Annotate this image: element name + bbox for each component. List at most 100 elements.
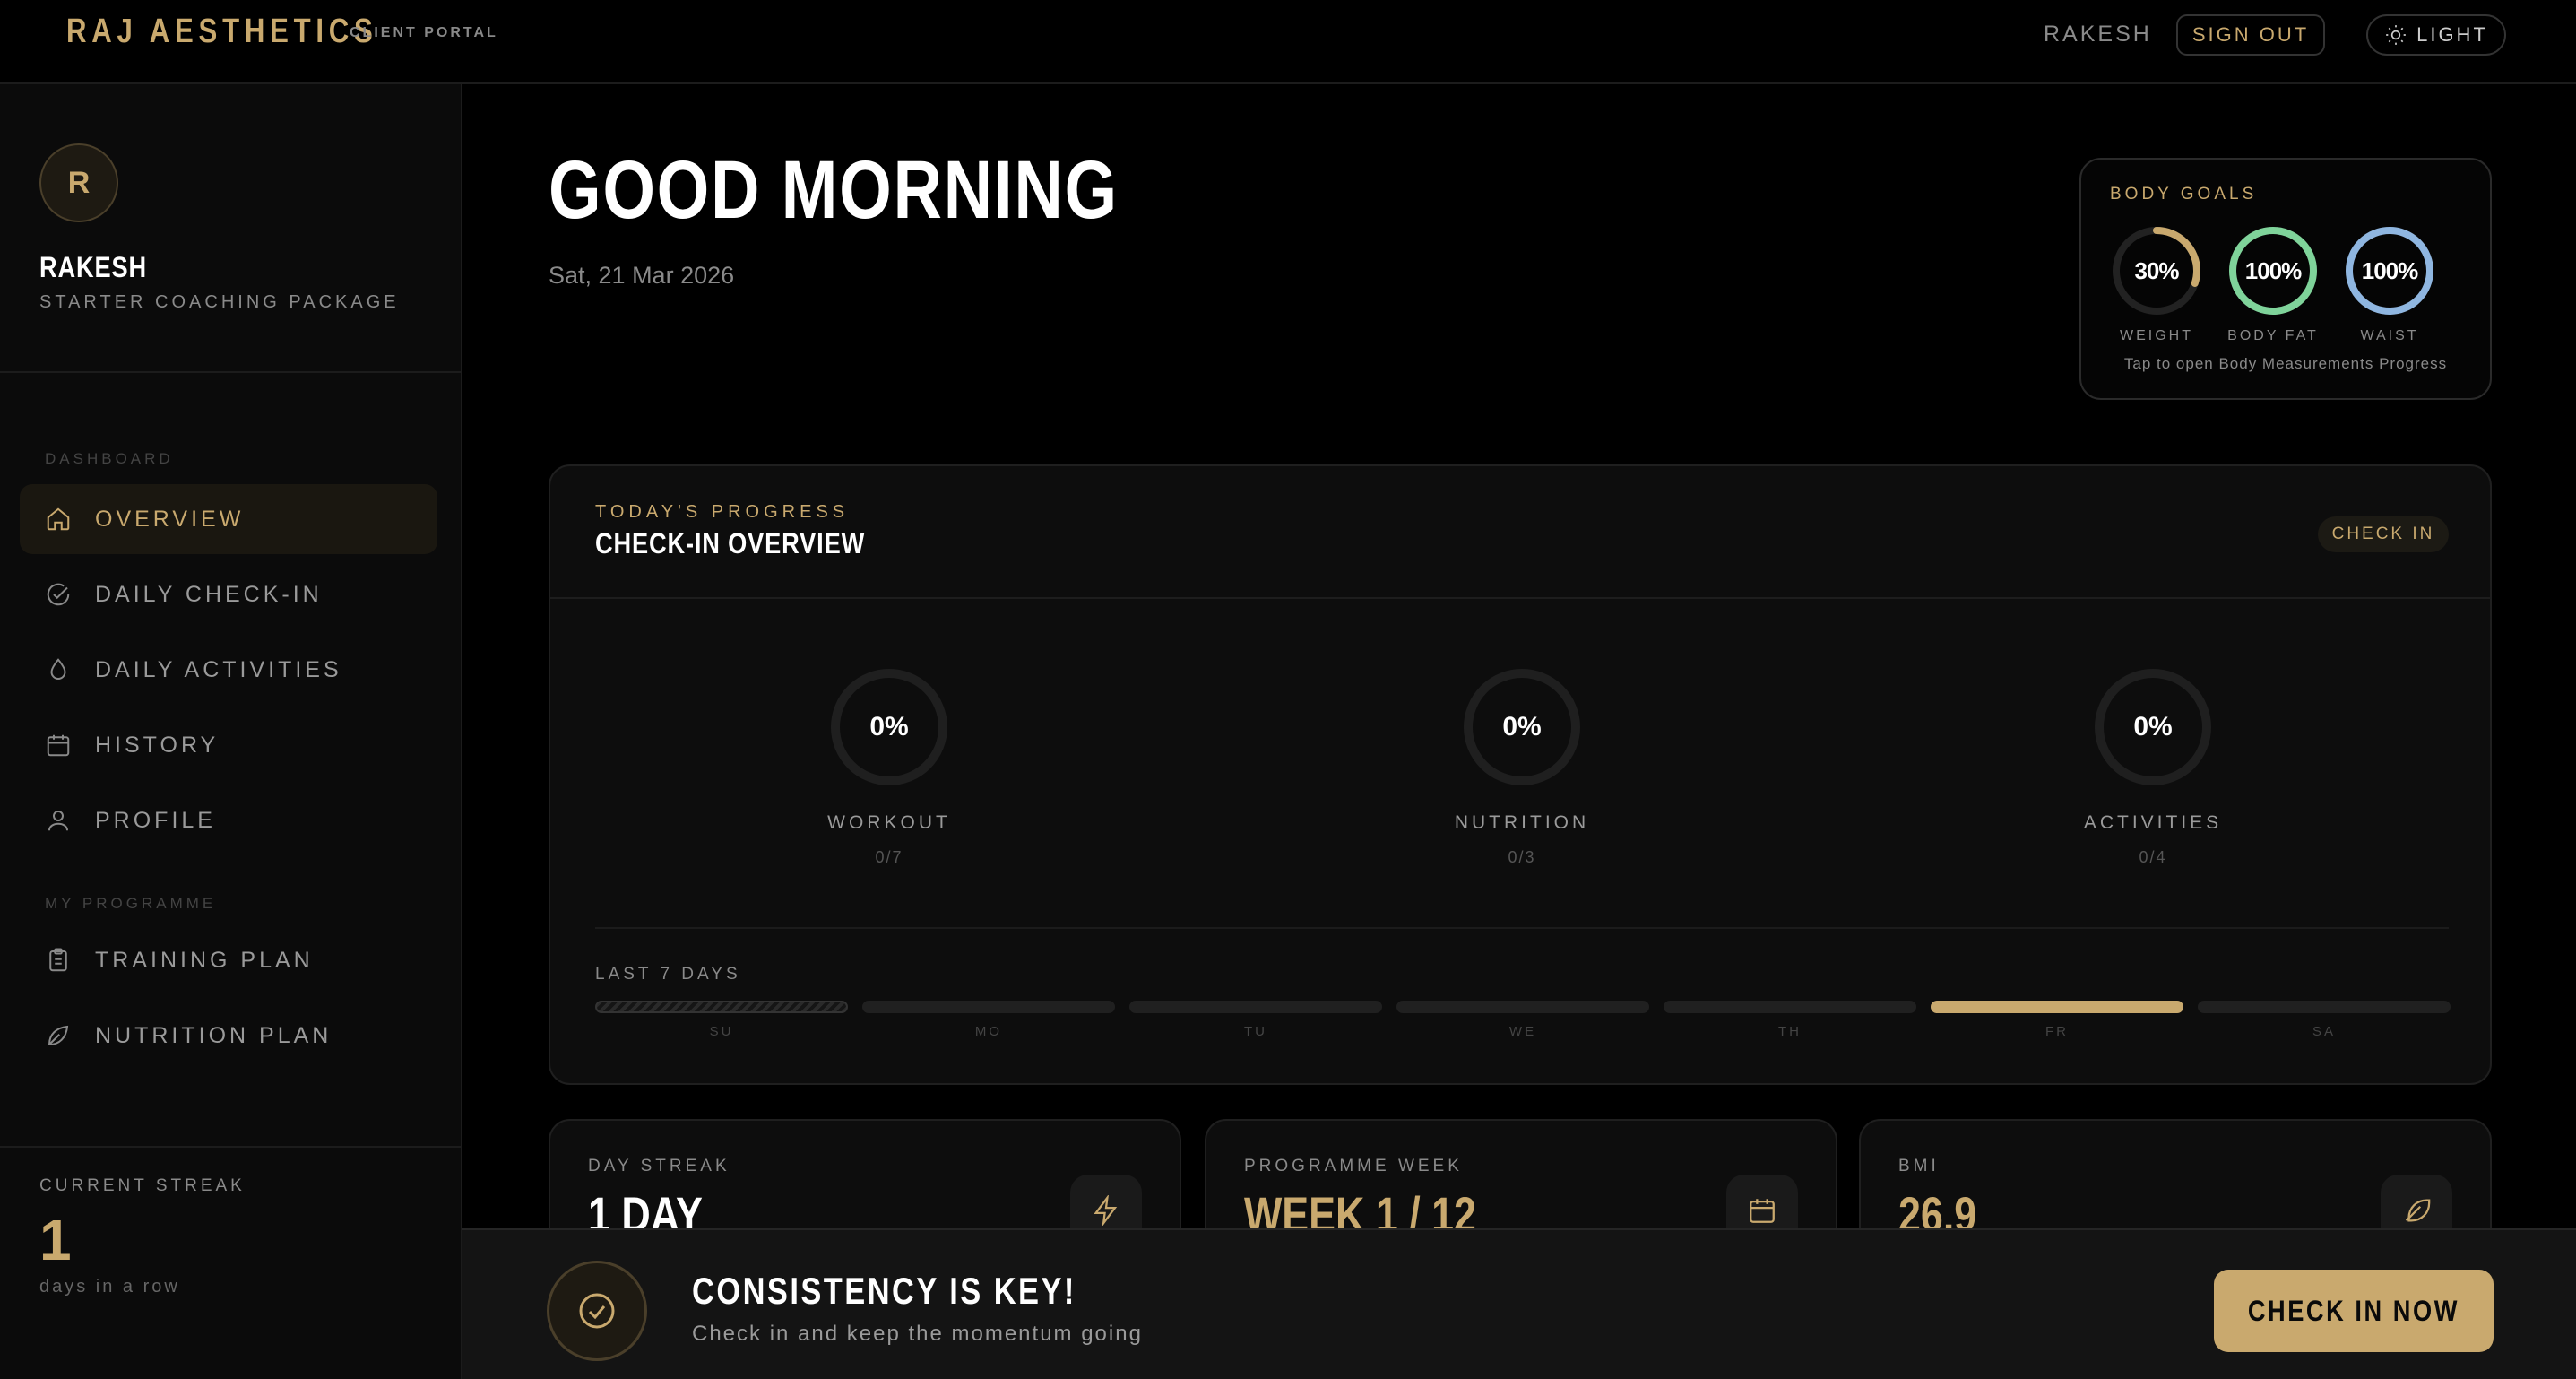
day-bar xyxy=(595,1001,848,1013)
metric-count: 0/3 xyxy=(1508,848,1536,866)
day-th: TH xyxy=(1664,1001,1916,1039)
sidebar-item-label: HISTORY xyxy=(95,732,220,758)
goal-value: 30% xyxy=(2134,256,2179,284)
sidebar-user-name: RAKESH xyxy=(39,251,147,283)
sidebar-divider xyxy=(0,1146,461,1148)
day-fr: FR xyxy=(1931,1001,2183,1039)
check-in-overview-card: TODAY'S PROGRESS CHECK-IN OVERVIEW CHECK… xyxy=(549,464,2492,1085)
metric-count: 0/4 xyxy=(2139,848,2167,866)
current-date: Sat, 21 Mar 2026 xyxy=(549,262,735,289)
day-su: SU xyxy=(595,1001,848,1039)
day-label: TH xyxy=(1778,1024,1802,1039)
goal-ring: 100% xyxy=(2226,224,2320,317)
brand-logo[interactable]: RAJ AESTHETICS xyxy=(66,13,378,51)
body-goals-note: Tap to open Body Measurements Progress xyxy=(2123,355,2448,372)
banner-subtitle: Check in and keep the momentum going xyxy=(692,1322,1143,1346)
goal-waist: 100% WAIST xyxy=(2343,224,2436,344)
consistency-banner: CONSISTENCY IS KEY! Check in and keep th… xyxy=(462,1228,2576,1379)
metric-label: WORKOUT xyxy=(827,812,951,833)
goal-label: BODY FAT xyxy=(2227,328,2319,343)
sidebar: R RAKESH STARTER COACHING PACKAGE DASHBO… xyxy=(0,84,462,1379)
calendar-icon xyxy=(47,734,70,757)
check-circle-icon xyxy=(47,583,70,606)
sidebar-item-label: OVERVIEW xyxy=(95,506,245,532)
banner-title: CONSISTENCY IS KEY! xyxy=(692,1270,1076,1312)
day-label: FR xyxy=(2045,1024,2069,1039)
metric-ring: 0% xyxy=(1462,667,1582,787)
sidebar-item-daily-activities[interactable]: DAILY ACTIVITIES xyxy=(20,635,437,705)
section-label-dashboard: DASHBOARD xyxy=(45,450,174,467)
leaf-icon xyxy=(48,1025,69,1046)
day-mo: MO xyxy=(862,1001,1115,1039)
last-7-days-label: LAST 7 DAYS xyxy=(595,965,741,984)
goal-weight: 30% WEIGHT xyxy=(2110,224,2203,344)
sun-icon xyxy=(2386,25,2406,45)
sidebar-item-profile[interactable]: PROFILE xyxy=(20,785,437,855)
theme-label: LIGHT xyxy=(2416,23,2488,46)
goal-label: WEIGHT xyxy=(2120,328,2193,343)
card-divider xyxy=(550,597,2490,599)
page-title: GOOD MORNING xyxy=(549,144,1119,236)
body-goals-title: BODY GOALS xyxy=(2110,185,2258,204)
top-user-name: RAKESH xyxy=(2044,22,2152,47)
check-in-button[interactable]: CHECK IN xyxy=(2318,516,2449,552)
sidebar-package: STARTER COACHING PACKAGE xyxy=(39,292,400,312)
day-sa: SA xyxy=(2198,1001,2451,1039)
top-bar: RAJ AESTHETICS CLIENT PORTAL RAKESH SIGN… xyxy=(0,0,2576,84)
avatar[interactable]: R xyxy=(39,143,118,222)
metric-nutrition[interactable]: 0% NUTRITION 0/3 xyxy=(1405,667,1638,867)
brand-subtitle: CLIENT PORTAL xyxy=(350,25,498,40)
sidebar-item-label: PROFILE xyxy=(95,807,216,833)
day-bar xyxy=(1664,1001,1916,1013)
progress-kicker: TODAY'S PROGRESS xyxy=(595,502,850,522)
streak-label: CURRENT STREAK xyxy=(39,1176,246,1195)
metric-workout[interactable]: 0% WORKOUT 0/7 xyxy=(773,667,1006,867)
day-tu: TU xyxy=(1129,1001,1382,1039)
check-in-now-label: CHECK IN NOW xyxy=(2247,1294,2460,1327)
sidebar-item-label: NUTRITION PLAN xyxy=(95,1022,333,1048)
day-we: WE xyxy=(1396,1001,1649,1039)
goal-value: 100% xyxy=(2361,256,2419,284)
home-icon xyxy=(47,507,70,531)
sidebar-item-overview[interactable]: OVERVIEW xyxy=(20,484,437,554)
metric-activities[interactable]: 0% ACTIVITIES 0/4 xyxy=(2036,667,2269,867)
sidebar-item-label: TRAINING PLAN xyxy=(95,947,314,973)
day-bar xyxy=(1129,1001,1382,1013)
sidebar-item-training-plan[interactable]: TRAINING PLAN xyxy=(20,925,437,995)
sidebar-item-daily-check-in[interactable]: DAILY CHECK-IN xyxy=(20,559,437,629)
day-label: MO xyxy=(974,1024,1003,1039)
sidebar-item-history[interactable]: HISTORY xyxy=(20,710,437,780)
clipboard-icon xyxy=(49,948,67,972)
day-label: SA xyxy=(2312,1024,2336,1039)
streak-subtitle: days in a row xyxy=(39,1277,180,1297)
sign-out-label: SIGN OUT xyxy=(2191,23,2310,46)
section-label-my-programme: MY PROGRAMME xyxy=(45,895,217,912)
day-label: TU xyxy=(1244,1024,1267,1039)
day-bar xyxy=(1931,1001,2183,1013)
day-bar xyxy=(1396,1001,1649,1013)
metric-value: 0% xyxy=(2133,712,2173,742)
metric-count: 0/7 xyxy=(875,848,903,866)
check-in-now-button[interactable]: CHECK IN NOW xyxy=(2214,1270,2494,1352)
metric-value: 0% xyxy=(869,712,909,742)
metric-label: ACTIVITIES xyxy=(2083,812,2223,833)
metric-ring: 0% xyxy=(829,667,949,787)
sidebar-item-label: DAILY CHECK-IN xyxy=(95,581,323,607)
day-label: WE xyxy=(1508,1024,1537,1039)
metric-ring: 0% xyxy=(2093,667,2213,787)
sidebar-item-nutrition-plan[interactable]: NUTRITION PLAN xyxy=(20,1001,437,1071)
body-goals-card[interactable]: BODY GOALS 30% WEIGHT 100% BODY FAT 100%… xyxy=(2079,158,2492,400)
theme-toggle-button[interactable]: LIGHT xyxy=(2366,14,2506,56)
stat-label: PROGRAMME WEEK xyxy=(1244,1157,1463,1175)
progress-title: CHECK-IN OVERVIEW xyxy=(595,527,866,559)
goal-ring: 30% xyxy=(2110,224,2203,317)
sign-out-button[interactable]: SIGN OUT xyxy=(2176,14,2325,56)
stat-label: DAY STREAK xyxy=(588,1157,730,1175)
sidebar-divider xyxy=(0,371,461,373)
streak-value: 1 xyxy=(39,1208,72,1272)
goal-ring: 100% xyxy=(2343,224,2436,317)
goal-label: WAIST xyxy=(2360,328,2419,343)
metric-value: 0% xyxy=(1502,712,1542,742)
sidebar-item-label: DAILY ACTIVITIES xyxy=(95,656,342,682)
metric-label: NUTRITION xyxy=(1454,812,1590,833)
